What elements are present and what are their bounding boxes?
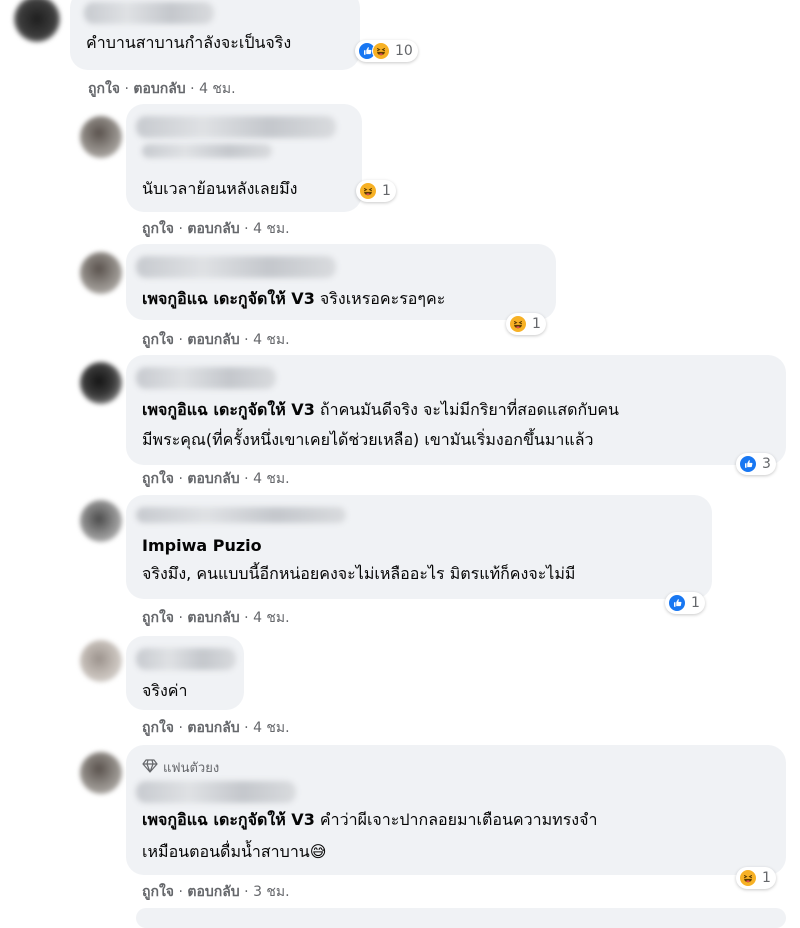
reply-button[interactable]: ตอบกลับ	[187, 610, 239, 626]
comment-bubble: จริงค่า	[126, 636, 244, 710]
comment-text: คำบานสาบานกำลังจะเป็นจริง	[86, 33, 292, 52]
author-name-blurred[interactable]	[136, 648, 236, 670]
reply-button[interactable]: ตอบกลับ	[187, 720, 239, 736]
timestamp[interactable]: 4 ชม.	[253, 332, 290, 348]
avatar[interactable]	[80, 752, 122, 794]
like-button[interactable]: ถูกใจ	[142, 332, 174, 348]
reaction-count: 1	[691, 595, 700, 611]
like-button[interactable]: ถูกใจ	[88, 81, 120, 97]
comment-actions: ถูกใจ · ตอบกลับ · 4 ชม.	[142, 720, 290, 736]
haha-icon	[372, 42, 390, 60]
comment-actions: ถูกใจ · ตอบกลับ · 4 ชม.	[142, 332, 290, 348]
timestamp[interactable]: 4 ชม.	[253, 471, 290, 487]
comment-actions: ถูกใจ · ตอบกลับ · 4 ชม.	[142, 471, 290, 487]
like-button[interactable]: ถูกใจ	[142, 221, 174, 237]
timestamp[interactable]: 4 ชม.	[199, 81, 236, 97]
diamond-icon	[142, 758, 158, 777]
comment-text-line2: มีพระคุณ(ที่ครั้งหนึ่งเขาเคยได้ช่วยเหลือ…	[142, 430, 594, 449]
reply-button[interactable]: ตอบกลับ	[187, 221, 239, 237]
comment-bubble: Impiwa Puzio จริงมึง, คนแบบนี้อีกหน่อยคง…	[126, 495, 712, 599]
author-name-partial	[142, 144, 272, 158]
reaction-count: 10	[395, 43, 413, 59]
avatar[interactable]	[80, 362, 122, 404]
comment-bubble: เพจกูอิแฉ เดะกูจัดให้ V3 ถ้าคนมันดีจริง …	[126, 355, 786, 465]
reply-button[interactable]: ตอบกลับ	[187, 471, 239, 487]
comment-text: เพจกูอิแฉ เดะกูจัดให้ V3 จริงเหรอคะรอๆคะ	[142, 289, 446, 308]
reaction-summary[interactable]: 1	[665, 592, 705, 614]
reaction-count: 3	[762, 456, 771, 472]
tagged-page[interactable]: เพจกูอิแฉ เดะกูจัดให้ V3	[142, 289, 315, 308]
timestamp[interactable]: 3 ชม.	[253, 884, 290, 900]
comment-actions: ถูกใจ · ตอบกลับ · 4 ชม.	[142, 221, 290, 237]
tagged-page[interactable]: เพจกูอิแฉ เดะกูจัดให้ V3	[142, 810, 315, 829]
tagged-user[interactable]: Impiwa Puzio	[142, 535, 262, 557]
reaction-count: 1	[532, 316, 541, 332]
author-name-blurred[interactable]	[136, 116, 336, 138]
reaction-summary[interactable]: 1	[506, 313, 546, 335]
reply-button[interactable]: ตอบกลับ	[187, 884, 239, 900]
author-name-blurred[interactable]	[136, 256, 336, 278]
avatar[interactable]	[80, 116, 122, 158]
like-icon	[668, 594, 686, 612]
reply-button[interactable]: ตอบกลับ	[133, 81, 185, 97]
comment-bubble: นับเวลาย้อนหลังเลยมึง	[126, 104, 362, 212]
timestamp[interactable]: 4 ชม.	[253, 720, 290, 736]
author-name-blurred[interactable]	[136, 781, 296, 803]
reaction-count: 1	[762, 870, 771, 886]
avatar[interactable]	[14, 0, 60, 42]
author-name-blurred[interactable]	[84, 2, 214, 24]
haha-icon	[359, 182, 377, 200]
top-fan-badge: แฟนตัวยง	[142, 757, 219, 778]
reaction-summary[interactable]: 1	[736, 867, 776, 889]
like-button[interactable]: ถูกใจ	[142, 471, 174, 487]
reaction-summary[interactable]: 10	[355, 40, 418, 62]
comment-bubble: เพจกูอิแฉ เดะกูจัดให้ V3 จริงเหรอคะรอๆคะ	[126, 244, 556, 320]
tagged-page[interactable]: เพจกูอิแฉ เดะกูจัดให้ V3	[142, 400, 315, 419]
comment-actions: ถูกใจ · ตอบกลับ · 3 ชม.	[142, 884, 290, 900]
comment-bubble: คำบานสาบานกำลังจะเป็นจริง	[70, 0, 360, 70]
like-icon	[739, 455, 757, 473]
author-name-blurred[interactable]	[136, 507, 346, 523]
avatar[interactable]	[80, 500, 122, 542]
haha-icon	[739, 869, 757, 887]
comment-text: จริงมึง, คนแบบนี้อีกหน่อยคงจะไม่เหลืออะไ…	[142, 564, 576, 583]
timestamp[interactable]: 4 ชม.	[253, 610, 290, 626]
comment-text: เพจกูอิแฉ เดะกูจัดให้ V3 คำว่าผีเจาะปากล…	[142, 810, 598, 829]
next-comment-bubble	[136, 908, 786, 928]
timestamp[interactable]: 4 ชม.	[253, 221, 290, 237]
avatar[interactable]	[80, 252, 122, 294]
reaction-summary[interactable]: 1	[356, 180, 396, 202]
reaction-summary[interactable]: 3	[736, 453, 776, 475]
comment-text: เพจกูอิแฉ เดะกูจัดให้ V3 ถ้าคนมันดีจริง …	[142, 400, 619, 419]
comment-actions: ถูกใจ · ตอบกลับ · 4 ชม.	[142, 610, 290, 626]
like-button[interactable]: ถูกใจ	[142, 610, 174, 626]
comment-actions: ถูกใจ · ตอบกลับ · 4 ชม.	[88, 81, 236, 97]
reaction-count: 1	[382, 183, 391, 199]
comment-text-line2: เหมือนตอนดื่มน้ำสาบาน😅	[142, 842, 327, 861]
avatar[interactable]	[80, 640, 122, 682]
comment-text: จริงค่า	[142, 681, 188, 700]
reply-button[interactable]: ตอบกลับ	[187, 332, 239, 348]
comment-bubble: แฟนตัวยง เพจกูอิแฉ เดะกูจัดให้ V3 คำว่าผ…	[126, 745, 786, 875]
comment-text: นับเวลาย้อนหลังเลยมึง	[142, 179, 298, 198]
haha-icon	[509, 315, 527, 333]
like-button[interactable]: ถูกใจ	[142, 884, 174, 900]
like-button[interactable]: ถูกใจ	[142, 720, 174, 736]
author-name-blurred[interactable]	[136, 367, 276, 389]
badge-label: แฟนตัวยง	[163, 761, 220, 776]
